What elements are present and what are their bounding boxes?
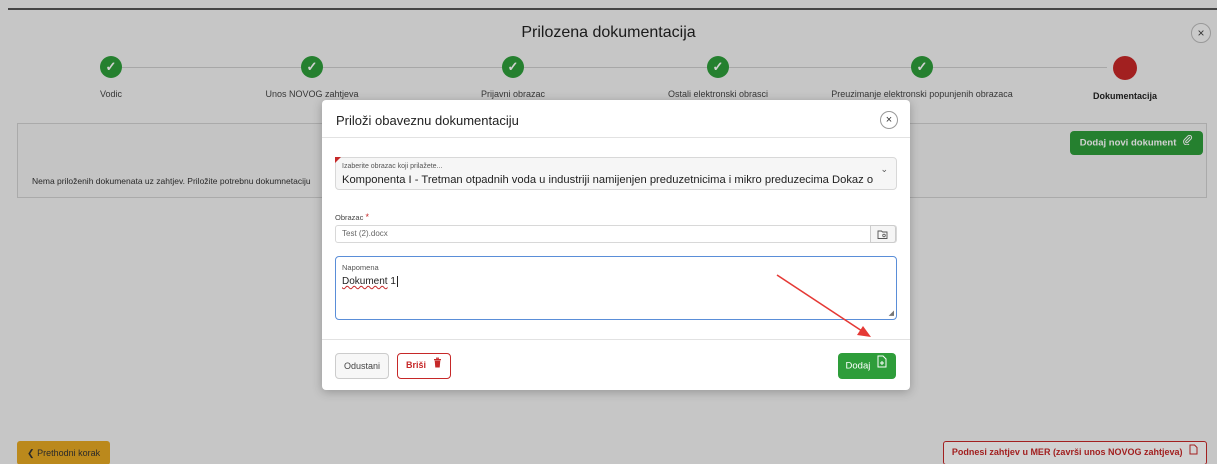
file-label-text: Obrazac: [335, 213, 364, 222]
file-name: Test (2).docx: [342, 229, 388, 238]
delete-button[interactable]: Briši: [397, 353, 451, 379]
note-textarea[interactable]: Napomena Dokument 1 ◢: [335, 256, 897, 320]
add-label: Dodaj: [845, 360, 871, 372]
document-type-select[interactable]: Izaberite obrazac koji prilažete... Komp…: [335, 157, 897, 190]
modal-close-button[interactable]: ×: [880, 111, 898, 129]
required-asterisk: *: [365, 212, 369, 222]
modal-title: Priloži obaveznu dokumentaciju: [336, 113, 519, 128]
note-rest: 1: [387, 276, 396, 288]
file-field-label: Obrazac *: [335, 212, 369, 222]
select-label: Izaberite obrazac koji prilažete...: [342, 163, 443, 170]
required-corner-marker: [335, 157, 341, 163]
file-input[interactable]: Test (2).docx: [335, 225, 897, 243]
note-word: Dokument: [342, 276, 388, 288]
modal-footer-divider: [322, 339, 910, 340]
add-button[interactable]: Dodaj: [837, 353, 896, 379]
delete-label: Briši: [406, 360, 427, 370]
file-add-icon: [877, 353, 888, 379]
select-value: Komponenta I - Tretman otpadnih voda u i…: [342, 174, 874, 186]
text-caret: [396, 276, 398, 287]
chevron-down-icon: ⌄: [880, 164, 888, 174]
resize-handle-icon[interactable]: ◢: [889, 309, 894, 317]
note-value: Dokument 1: [342, 276, 398, 287]
note-label: Napomena: [342, 263, 379, 272]
attach-document-modal: Priloži obaveznu dokumentaciju × Izaberi…: [322, 100, 910, 390]
cancel-button[interactable]: Odustani: [335, 353, 390, 379]
trash-icon: [433, 354, 442, 377]
folder-search-icon[interactable]: [870, 225, 896, 243]
modal-header: Priloži obaveznu dokumentaciju ×: [322, 100, 910, 138]
